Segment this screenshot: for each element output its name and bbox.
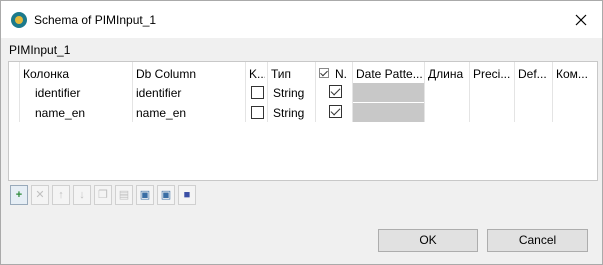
table-row-1-column[interactable]: identifier <box>35 86 80 100</box>
table-row-2-db-column[interactable]: name_en <box>136 106 186 120</box>
table-row-2-key-checkbox[interactable] <box>251 106 264 119</box>
header-precision[interactable]: Preci... <box>473 67 513 81</box>
header-nullable-checkbox[interactable] <box>319 68 329 78</box>
app-icon <box>11 12 27 28</box>
close-icon <box>575 14 587 26</box>
paste-icon: ▤ <box>118 189 130 201</box>
add-row-button[interactable]: + <box>10 185 28 205</box>
header-length[interactable]: Длина <box>428 67 468 81</box>
header-default[interactable]: Def... <box>518 67 551 81</box>
import-schema-button[interactable]: ▣ <box>136 185 154 205</box>
table-row-1-db-column[interactable]: identifier <box>136 86 181 100</box>
add-icon: + <box>15 189 23 201</box>
table-row-2-column[interactable]: name_en <box>35 106 85 120</box>
save-schema-button[interactable]: ■ <box>178 185 196 205</box>
table-row-2-nullable-checkbox[interactable] <box>329 105 342 118</box>
table-row-1-nullable-checkbox[interactable] <box>329 85 342 98</box>
move-down-button[interactable]: ↓ <box>73 185 91 205</box>
header-db-column[interactable]: Db Column <box>136 67 241 81</box>
schema-table[interactable]: Колонка Db Column K... Тип N. Date Patte… <box>8 61 598 181</box>
header-type[interactable]: Тип <box>271 67 313 81</box>
header-date-pattern[interactable]: Date Patte... <box>356 67 422 81</box>
paste-button[interactable]: ▤ <box>115 185 133 205</box>
table-row-2-date-pattern[interactable] <box>353 103 424 122</box>
ok-button[interactable]: OK <box>378 229 478 252</box>
table-row-1-key-checkbox[interactable] <box>251 86 264 99</box>
move-up-button[interactable]: ↑ <box>52 185 70 205</box>
cancel-button[interactable]: Cancel <box>487 229 588 252</box>
import-icon: ▣ <box>139 189 151 201</box>
header-column[interactable]: Колонка <box>23 67 128 81</box>
export-schema-button[interactable]: ▣ <box>157 185 175 205</box>
schema-dialog: Schema of PIMInput_1 PIMInput_1 Колонка … <box>0 0 603 265</box>
table-row-2-type[interactable]: String <box>273 106 304 120</box>
table-row-1-date-pattern[interactable] <box>353 83 424 102</box>
move-up-icon: ↑ <box>58 189 64 201</box>
window-title: Schema of PIMInput_1 <box>34 13 157 27</box>
copy-button[interactable]: ❐ <box>94 185 112 205</box>
remove-row-button[interactable]: ✕ <box>31 185 49 205</box>
remove-icon: ✕ <box>35 189 45 201</box>
save-icon: ■ <box>183 189 191 201</box>
header-comment[interactable]: Ком... <box>556 67 596 81</box>
export-icon: ▣ <box>160 189 172 201</box>
copy-icon: ❐ <box>98 189 108 201</box>
schema-name-label: PIMInput_1 <box>9 43 71 57</box>
close-button[interactable] <box>561 6 601 34</box>
header-key[interactable]: K... <box>249 67 265 81</box>
table-row-1-type[interactable]: String <box>273 86 304 100</box>
title-bar: Schema of PIMInput_1 <box>1 1 602 38</box>
header-nullable[interactable]: N. <box>335 67 351 81</box>
move-down-icon: ↓ <box>79 189 85 201</box>
